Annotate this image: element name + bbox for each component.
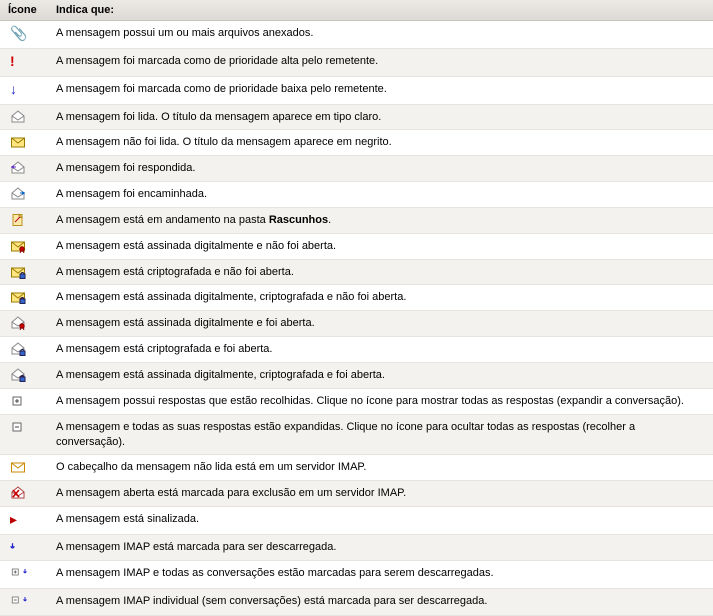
- table-row: ▸A mensagem está sinalizada.: [0, 507, 713, 535]
- attachment-icon: 📎: [0, 21, 48, 49]
- icon-description: A mensagem não foi lida. O título da men…: [48, 130, 713, 156]
- table-row: A mensagem está assinada digitalmente e …: [0, 233, 713, 259]
- table-row: !A mensagem foi marcada como de priorida…: [0, 48, 713, 76]
- imap-delete-icon: [0, 481, 48, 507]
- priority-high-icon: !: [0, 48, 48, 76]
- table-row: A mensagem possui respostas que estão re…: [0, 388, 713, 414]
- table-row: A mensagem IMAP individual (sem conversa…: [0, 588, 713, 616]
- icon-description: A mensagem foi marcada como de prioridad…: [48, 76, 713, 104]
- table-row: A mensagem foi lida. O título da mensage…: [0, 104, 713, 130]
- header-desc: Indica que:: [48, 0, 713, 21]
- table-row: A mensagem foi respondida.: [0, 156, 713, 182]
- draft-icon: [0, 207, 48, 233]
- table-row: A mensagem está assinada digitalmente e …: [0, 311, 713, 337]
- replied-icon: [0, 156, 48, 182]
- read-icon: [0, 104, 48, 130]
- icon-description: A mensagem está assinada digitalmente, c…: [48, 362, 713, 388]
- table-row: O cabeçalho da mensagem não lida está em…: [0, 455, 713, 481]
- signed-enc-read-icon: [0, 362, 48, 388]
- icon-description: A mensagem está sinalizada.: [48, 507, 713, 535]
- icon-description: A mensagem foi lida. O título da mensage…: [48, 104, 713, 130]
- icon-description: A mensagem está criptografada e foi aber…: [48, 337, 713, 363]
- signed-unread-icon: [0, 233, 48, 259]
- table-row: A mensagem IMAP e todas as conversações …: [0, 560, 713, 588]
- table-row: ↓A mensagem foi marcada como de priorida…: [0, 76, 713, 104]
- table-row: A mensagem está assinada digitalmente, c…: [0, 362, 713, 388]
- icon-description: A mensagem foi marcada como de prioridad…: [48, 48, 713, 76]
- header-icon: Ícone: [0, 0, 48, 21]
- icon-description: O cabeçalho da mensagem não lida está em…: [48, 455, 713, 481]
- imap-header-icon: [0, 455, 48, 481]
- icon-description: A mensagem está criptografada e não foi …: [48, 259, 713, 285]
- icon-description: A mensagem foi respondida.: [48, 156, 713, 182]
- table-row: A mensagem está criptografada e não foi …: [0, 259, 713, 285]
- icon-description: A mensagem está em andamento na pasta Ra…: [48, 207, 713, 233]
- table-row: A mensagem e todas as suas respostas est…: [0, 414, 713, 455]
- icon-description: A mensagem e todas as suas respostas est…: [48, 414, 713, 455]
- icon-description: A mensagem IMAP está marcada para ser de…: [48, 534, 713, 560]
- download-conv-icon: [0, 560, 48, 588]
- signed-enc-unread-icon: [0, 285, 48, 311]
- collapse-icon: [0, 414, 48, 455]
- signed-read-icon: [0, 311, 48, 337]
- table-row: A mensagem não foi lida. O título da men…: [0, 130, 713, 156]
- table-row: A mensagem está em andamento na pasta Ra…: [0, 207, 713, 233]
- icon-description: A mensagem IMAP individual (sem conversa…: [48, 588, 713, 616]
- table-row: A mensagem está criptografada e foi aber…: [0, 337, 713, 363]
- encrypted-read-icon: [0, 337, 48, 363]
- table-row: A mensagem foi encaminhada.: [0, 182, 713, 208]
- icon-description: A mensagem possui um ou mais arquivos an…: [48, 21, 713, 49]
- icon-description: A mensagem IMAP e todas as conversações …: [48, 560, 713, 588]
- icon-description: A mensagem foi encaminhada.: [48, 182, 713, 208]
- flagged-icon: ▸: [0, 507, 48, 535]
- encrypted-unread-icon: [0, 259, 48, 285]
- table-row: A mensagem está assinada digitalmente, c…: [0, 285, 713, 311]
- download-icon: [0, 534, 48, 560]
- icon-description: A mensagem está assinada digitalmente e …: [48, 311, 713, 337]
- priority-low-icon: ↓: [0, 76, 48, 104]
- table-row: 📎A mensagem possui um ou mais arquivos a…: [0, 21, 713, 49]
- table-row: A mensagem aberta está marcada para excl…: [0, 481, 713, 507]
- icon-description: A mensagem aberta está marcada para excl…: [48, 481, 713, 507]
- expand-icon: [0, 388, 48, 414]
- forwarded-icon: [0, 182, 48, 208]
- table-row: A mensagem IMAP está marcada para ser de…: [0, 534, 713, 560]
- icon-legend-table: Ícone Indica que: 📎A mensagem possui um …: [0, 0, 713, 616]
- download-single-icon: [0, 588, 48, 616]
- icon-description: A mensagem possui respostas que estão re…: [48, 388, 713, 414]
- unread-icon: [0, 130, 48, 156]
- icon-description: A mensagem está assinada digitalmente e …: [48, 233, 713, 259]
- icon-description: A mensagem está assinada digitalmente, c…: [48, 285, 713, 311]
